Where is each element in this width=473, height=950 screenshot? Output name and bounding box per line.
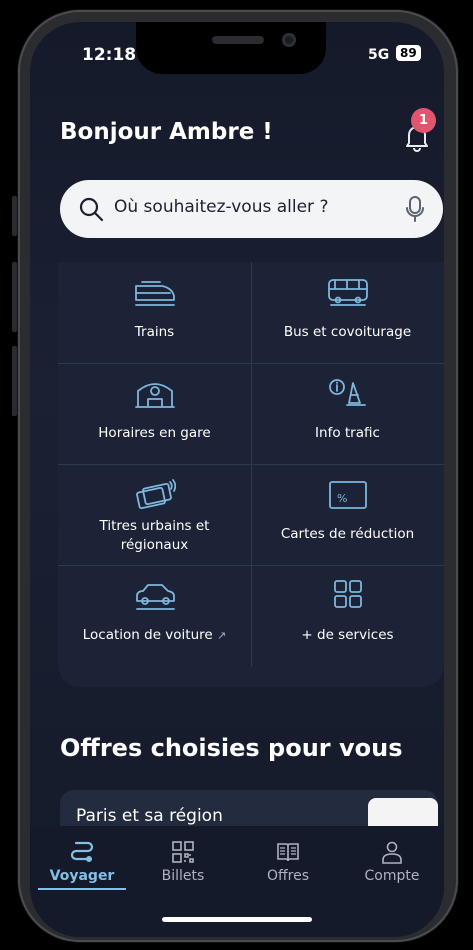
- search-icon: [78, 196, 104, 226]
- car-icon: [136, 584, 175, 610]
- service-trains[interactable]: Trains: [58, 262, 251, 363]
- services-card: Trains Bus et covoiturage Horaires en ga…: [58, 262, 444, 687]
- service-bus[interactable]: Bus et covoiturage: [251, 262, 444, 363]
- notification-badge: 1: [411, 108, 436, 133]
- route-icon: [70, 841, 94, 862]
- search-placeholder: Où souhaitez-vous aller ?: [114, 197, 329, 217]
- notch: [136, 22, 326, 74]
- service-label: Cartes de réduction: [280, 526, 415, 542]
- microphone-icon[interactable]: [404, 195, 426, 227]
- service-more[interactable]: + de services: [251, 565, 444, 666]
- service-label: + de services: [301, 627, 394, 643]
- discount-card-icon: %: [329, 481, 367, 509]
- qr-code-icon: [172, 841, 194, 863]
- app-screen: 12:18 5G 89 Bonjour Ambre ! 1 Où souhait…: [30, 22, 444, 937]
- service-station-schedules[interactable]: Horaires en gare: [58, 363, 251, 464]
- side-button: [12, 196, 17, 236]
- service-label: Location de voiture ↗: [58, 627, 251, 643]
- train-icon: [135, 281, 175, 306]
- service-traffic-info[interactable]: Info trafic: [251, 363, 444, 464]
- status-network: 5G: [368, 47, 390, 63]
- service-car-rental[interactable]: Location de voiture ↗: [58, 565, 251, 666]
- service-label: Bus et covoiturage: [283, 324, 412, 340]
- grid-icon: [334, 580, 362, 608]
- traffic-info-icon: [329, 379, 366, 406]
- camera: [282, 33, 296, 47]
- home-indicator: [162, 917, 312, 922]
- volume-down-button: [12, 346, 17, 416]
- offers-section-title: Offres choisies pour vous: [60, 734, 403, 762]
- service-label-text: Location de voiture: [82, 627, 213, 643]
- service-urban-tickets[interactable]: Titres urbains et régionaux: [58, 464, 251, 565]
- tab-label: Offres: [266, 868, 310, 884]
- tab-label: Voyager: [49, 868, 115, 884]
- volume-up-button: [12, 262, 17, 332]
- active-tab-underline: [38, 888, 126, 890]
- service-label: Titres urbains et régionaux: [99, 518, 210, 553]
- book-icon: [277, 843, 299, 862]
- service-label: Horaires en gare: [98, 425, 211, 441]
- offer-card-title: Paris et sa région: [76, 806, 223, 826]
- user-icon: [382, 841, 402, 864]
- greeting-title: Bonjour Ambre !: [60, 119, 273, 145]
- svg-text:%: %: [337, 492, 347, 505]
- service-label: Trains: [134, 324, 175, 340]
- tab-label: Compte: [364, 868, 420, 884]
- transit-cards-icon: [136, 479, 176, 510]
- status-time: 12:18: [82, 45, 137, 65]
- speaker: [212, 36, 264, 44]
- bus-icon: [328, 279, 368, 306]
- search-bar[interactable]: Où souhaitez-vous aller ?: [60, 180, 443, 238]
- battery-indicator: 89: [396, 45, 421, 61]
- service-label: Info trafic: [315, 425, 380, 441]
- external-link-icon: ↗: [217, 629, 227, 642]
- service-discount-cards[interactable]: % Cartes de réduction: [251, 464, 444, 565]
- tab-label: Billets: [161, 868, 205, 884]
- station-clock-icon: [135, 383, 175, 408]
